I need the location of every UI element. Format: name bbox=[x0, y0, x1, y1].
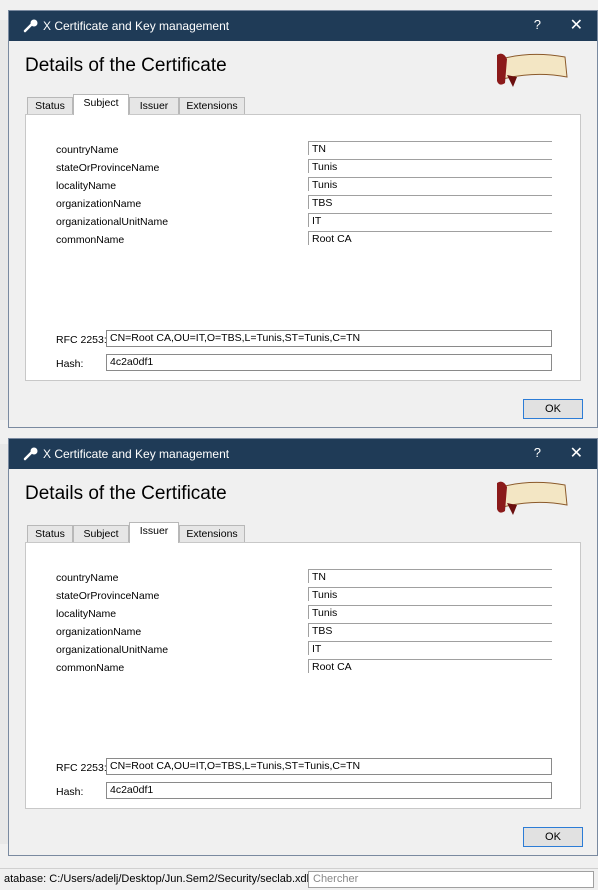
window-title: X Certificate and Key management bbox=[43, 19, 230, 33]
tab-status[interactable]: Status bbox=[27, 97, 73, 114]
field-label: organizationalUnitName bbox=[56, 216, 169, 228]
field-label: localityName bbox=[56, 180, 117, 192]
certificate-logo-icon bbox=[497, 481, 568, 515]
database-path: atabase: C:/Users/adelj/Desktop/Jun.Sem2… bbox=[4, 873, 313, 885]
field-value[interactable]: TN bbox=[308, 569, 552, 583]
help-button[interactable]: ? bbox=[534, 17, 541, 32]
field-label: commonName bbox=[56, 234, 125, 246]
hash-label: Hash: bbox=[56, 786, 84, 798]
help-button[interactable]: ? bbox=[534, 445, 541, 460]
field-label: commonName bbox=[56, 662, 125, 674]
field-label: stateOrProvinceName bbox=[56, 590, 160, 602]
field-value[interactable]: IT bbox=[308, 641, 552, 655]
field-label: countryName bbox=[56, 572, 119, 584]
field-label: organizationName bbox=[56, 626, 142, 638]
tab-extensions[interactable]: Extensions bbox=[179, 97, 245, 114]
rfc-field[interactable]: CN=Root CA,OU=IT,O=TBS,L=Tunis,ST=Tunis,… bbox=[106, 758, 552, 775]
hash-field[interactable]: 4c2a0df1 bbox=[106, 354, 552, 371]
dialog-heading: Details of the Certificate bbox=[25, 55, 227, 76]
field-value[interactable]: Root CA bbox=[308, 231, 552, 245]
window-title: X Certificate and Key management bbox=[43, 447, 230, 461]
field-value[interactable]: Tunis bbox=[308, 605, 552, 619]
certificate-dialog-subject: X Certificate and Key management ? ✕ Det… bbox=[8, 10, 598, 428]
key-icon bbox=[23, 19, 38, 33]
key-icon bbox=[23, 447, 38, 461]
title-bar[interactable]: X Certificate and Key management ? ✕ bbox=[9, 439, 597, 469]
rfc-label: RFC 2253: bbox=[56, 762, 107, 774]
field-value[interactable]: Root CA bbox=[308, 659, 552, 673]
search-input[interactable]: Chercher bbox=[308, 871, 594, 888]
field-value[interactable]: Tunis bbox=[308, 159, 552, 173]
subject-panel: countryName TN stateOrProvinceName Tunis… bbox=[25, 114, 581, 381]
ok-button[interactable]: OK bbox=[523, 827, 583, 847]
tab-subject[interactable]: Subject bbox=[73, 94, 129, 115]
field-value[interactable]: TN bbox=[308, 141, 552, 155]
hash-field[interactable]: 4c2a0df1 bbox=[106, 782, 552, 799]
field-label: stateOrProvinceName bbox=[56, 162, 160, 174]
close-button[interactable]: ✕ bbox=[570, 15, 583, 35]
field-label: organizationalUnitName bbox=[56, 644, 169, 656]
field-label: countryName bbox=[56, 144, 119, 156]
tab-issuer[interactable]: Issuer bbox=[129, 97, 179, 114]
certificate-logo-icon bbox=[497, 53, 568, 87]
certificate-dialog-issuer: X Certificate and Key management ? ✕ Det… bbox=[8, 438, 598, 856]
rfc-field[interactable]: CN=Root CA,OU=IT,O=TBS,L=Tunis,ST=Tunis,… bbox=[106, 330, 552, 347]
issuer-panel: countryName TN stateOrProvinceName Tunis… bbox=[25, 542, 581, 809]
dialog-heading: Details of the Certificate bbox=[25, 483, 227, 504]
tab-extensions[interactable]: Extensions bbox=[179, 525, 245, 542]
ok-button[interactable]: OK bbox=[523, 399, 583, 419]
close-button[interactable]: ✕ bbox=[570, 443, 583, 463]
title-bar[interactable]: X Certificate and Key management ? ✕ bbox=[9, 11, 597, 41]
field-value[interactable]: Tunis bbox=[308, 587, 552, 601]
tab-subject[interactable]: Subject bbox=[73, 525, 129, 542]
field-value[interactable]: TBS bbox=[308, 623, 552, 637]
tab-issuer[interactable]: Issuer bbox=[129, 522, 179, 543]
field-value[interactable]: IT bbox=[308, 213, 552, 227]
hash-label: Hash: bbox=[56, 358, 84, 370]
field-label: organizationName bbox=[56, 198, 142, 210]
field-value[interactable]: TBS bbox=[308, 195, 552, 209]
status-bar: atabase: C:/Users/adelj/Desktop/Jun.Sem2… bbox=[0, 868, 598, 890]
rfc-label: RFC 2253: bbox=[56, 334, 107, 346]
field-label: localityName bbox=[56, 608, 117, 620]
field-value[interactable]: Tunis bbox=[308, 177, 552, 191]
tab-status[interactable]: Status bbox=[27, 525, 73, 542]
